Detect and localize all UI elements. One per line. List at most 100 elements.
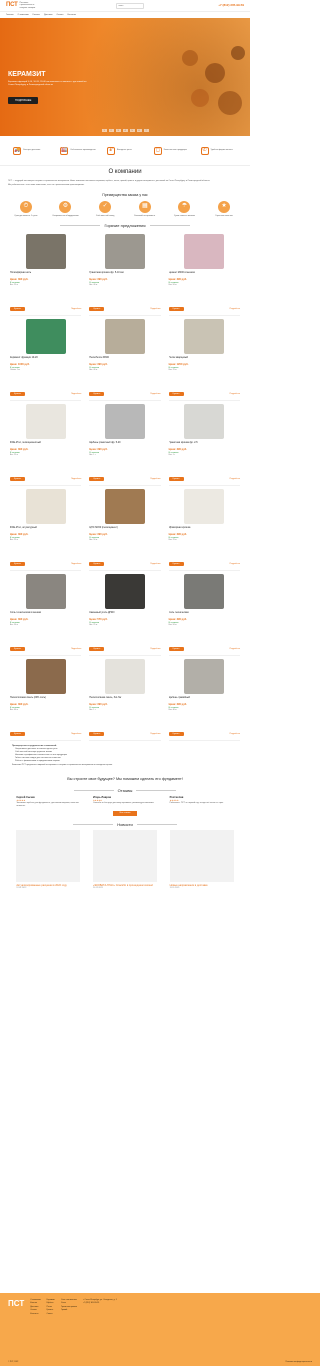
- product-name[interactable]: Гранитная крошка фр. 2-5: [169, 441, 240, 447]
- more-link[interactable]: Подробнее: [150, 478, 160, 481]
- product-card[interactable]: Керамзит фракции 10-20 Цена: 1000 руб. В н…: [10, 316, 82, 402]
- product-name[interactable]: ЦПС М150 (пескоцемент): [89, 526, 160, 532]
- buy-button[interactable]: Купить: [10, 391, 25, 397]
- news-card[interactable]: Новые направления в доставке 15.11.2021: [169, 829, 234, 890]
- product-name[interactable]: ФСЕ-25 кг, пескоцементный: [10, 441, 81, 447]
- buy-button[interactable]: Купить: [168, 646, 184, 652]
- nav-item-delivery[interactable]: Доставка: [44, 14, 53, 17]
- product-name[interactable]: Цемент М400 в мешках: [169, 271, 240, 277]
- product-card[interactable]: Щебень гранитный фр. 5-20 Цена: 390 руб. В…: [89, 401, 161, 487]
- footer-link[interactable]: Гравий: [61, 1309, 77, 1311]
- product-name[interactable]: Гранитная крошка фр. 5-10 мм: [89, 271, 160, 277]
- product-name[interactable]: Пескосоляная смесь, биг-бэг: [89, 696, 160, 702]
- slide-dot[interactable]: 2: [108, 129, 114, 132]
- buy-button[interactable]: Купить: [89, 731, 105, 737]
- footer-link[interactable]: Песок: [47, 1306, 55, 1308]
- policy-link[interactable]: Политика конфиденциальности: [285, 1361, 312, 1363]
- buy-button[interactable]: Купить: [168, 561, 184, 567]
- product-name[interactable]: Щебень гранитный фр. 5-20: [89, 441, 160, 447]
- more-link[interactable]: Подробнее: [230, 733, 240, 736]
- logo[interactable]: ПСТ Поставка строительных и сыпучих това…: [6, 2, 42, 10]
- footer-link[interactable]: Соль техническая: [61, 1299, 77, 1301]
- product-name[interactable]: Пескобетон М300: [89, 356, 160, 362]
- product-card[interactable]: Цемент М400 в мешках Цена: 390 руб. В нали…: [168, 231, 240, 317]
- more-link[interactable]: Подробнее: [230, 648, 240, 651]
- buy-button[interactable]: Купить: [10, 731, 25, 737]
- more-link[interactable]: Подробнее: [230, 563, 240, 566]
- product-card[interactable]: Гранитная крошка фр. 2-5 Цена: 390 руб. В …: [168, 401, 240, 487]
- product-card[interactable]: Полиэфирная нить Цена: 390 руб. В наличии В…: [10, 231, 82, 317]
- buy-button[interactable]: Купить: [10, 476, 25, 482]
- product-card[interactable]: Мраморная крошка Цена: 390 руб. В наличии В…: [168, 486, 240, 572]
- product-name[interactable]: Соль техническая: [169, 611, 240, 617]
- product-card[interactable]: Пескосоляная смесь (20% соль) Цена: 390 р…: [10, 656, 82, 742]
- product-card[interactable]: Каменный уголь ДПКО Цена: 570 руб. В налич…: [89, 571, 161, 657]
- more-link[interactable]: Подробнее: [150, 648, 160, 651]
- footer-link[interactable]: Доставка: [30, 1306, 40, 1308]
- buy-button[interactable]: Купить: [89, 476, 105, 482]
- news-card[interactable]: «ЭКОВАТА-ГЛАС» Спасибо в прошедшем сезон…: [92, 829, 157, 890]
- slide-dot[interactable]: 4: [122, 129, 128, 132]
- footer-logo[interactable]: ПСТ: [8, 1299, 24, 1360]
- news-card[interactable]: Актуализированные расценки в 2022 году 12…: [16, 829, 81, 890]
- more-link[interactable]: Подробнее: [150, 563, 160, 566]
- footer-link[interactable]: Цемент: [47, 1309, 55, 1311]
- product-card[interactable]: Щебень гравийный Цена: 390 руб. В наличии В…: [168, 656, 240, 742]
- product-image[interactable]: [184, 659, 225, 695]
- buy-button[interactable]: Купить: [168, 391, 184, 397]
- product-image[interactable]: [25, 489, 66, 525]
- product-image[interactable]: [104, 234, 145, 270]
- more-link[interactable]: Подробнее: [71, 308, 81, 311]
- product-card[interactable]: Соль техническая Цена: 390 руб. В наличии В…: [168, 571, 240, 657]
- product-name[interactable]: ФСЕ-25 кг, штукатурный: [10, 526, 81, 532]
- slide-dot[interactable]: 7: [143, 129, 149, 132]
- product-image[interactable]: [184, 574, 225, 610]
- footer-link[interactable]: Контакты: [30, 1313, 40, 1315]
- buy-button[interactable]: Купить: [10, 561, 25, 567]
- product-image[interactable]: [104, 489, 145, 525]
- buy-button[interactable]: Купить: [89, 306, 105, 312]
- slide-dot[interactable]: 5: [129, 129, 135, 132]
- more-link[interactable]: Подробнее: [71, 733, 81, 736]
- product-name[interactable]: Пескосоляная смесь (20% соль): [10, 696, 81, 702]
- slide-dot[interactable]: 3: [115, 129, 121, 132]
- product-image[interactable]: [184, 319, 225, 355]
- buy-button[interactable]: Купить: [89, 561, 105, 567]
- buy-button[interactable]: Купить: [10, 646, 25, 652]
- product-name[interactable]: Щебень гравийный: [169, 696, 240, 702]
- product-card[interactable]: ЦПС М150 (пескоцемент) Цена: 390 руб. В на…: [89, 486, 161, 572]
- more-link[interactable]: Подробнее: [71, 478, 81, 481]
- buy-button[interactable]: Купить: [89, 646, 105, 652]
- product-image[interactable]: [184, 404, 225, 440]
- footer-link[interactable]: Керамзит: [47, 1299, 55, 1301]
- more-link[interactable]: Подробнее: [150, 308, 160, 311]
- buy-button[interactable]: Купить: [168, 476, 184, 482]
- more-link[interactable]: Подробнее: [150, 393, 160, 396]
- search-input[interactable]: [115, 2, 144, 9]
- product-card[interactable]: Гранитная крошка фр. 5-10 мм Цена: 390 ру…: [89, 231, 161, 317]
- product-card[interactable]: Пескобетон М300 Цена: 390 руб. В наличии Ве…: [89, 316, 161, 402]
- product-image[interactable]: [25, 234, 66, 270]
- slide-dot[interactable]: 6: [136, 129, 142, 132]
- footer-link[interactable]: О компании: [30, 1299, 40, 1301]
- footer-link[interactable]: Каталог: [30, 1302, 40, 1304]
- all-reviews-button[interactable]: Все отзывы: [113, 811, 137, 816]
- product-image[interactable]: [184, 234, 225, 270]
- product-image[interactable]: [104, 659, 145, 695]
- product-image[interactable]: [25, 404, 66, 440]
- product-name[interactable]: Полиэфирная нить: [10, 271, 81, 277]
- more-link[interactable]: Подробнее: [230, 308, 240, 311]
- product-image[interactable]: [25, 319, 66, 355]
- product-name[interactable]: Мраморная крошка: [169, 526, 240, 532]
- product-name[interactable]: Каменный уголь ДПКО: [89, 611, 160, 617]
- buy-button[interactable]: Купить: [168, 731, 184, 737]
- header-phone[interactable]: +7 (812) 305-99-59: [218, 3, 244, 8]
- product-image[interactable]: [184, 489, 225, 525]
- more-link[interactable]: Подробнее: [71, 393, 81, 396]
- footer-link[interactable]: Гранитная крошка: [61, 1306, 77, 1308]
- footer-phone[interactable]: +7 (812) 305-99-59: [83, 1302, 117, 1304]
- product-card[interactable]: ФСЕ-25 кг, пескоцементный Цена: 390 руб. В…: [10, 401, 82, 487]
- nav-item-contacts[interactable]: Контакты: [67, 14, 76, 17]
- more-link[interactable]: Подробнее: [230, 393, 240, 396]
- product-card[interactable]: Соль техническая в мешках Цена: 390 руб. В…: [10, 571, 82, 657]
